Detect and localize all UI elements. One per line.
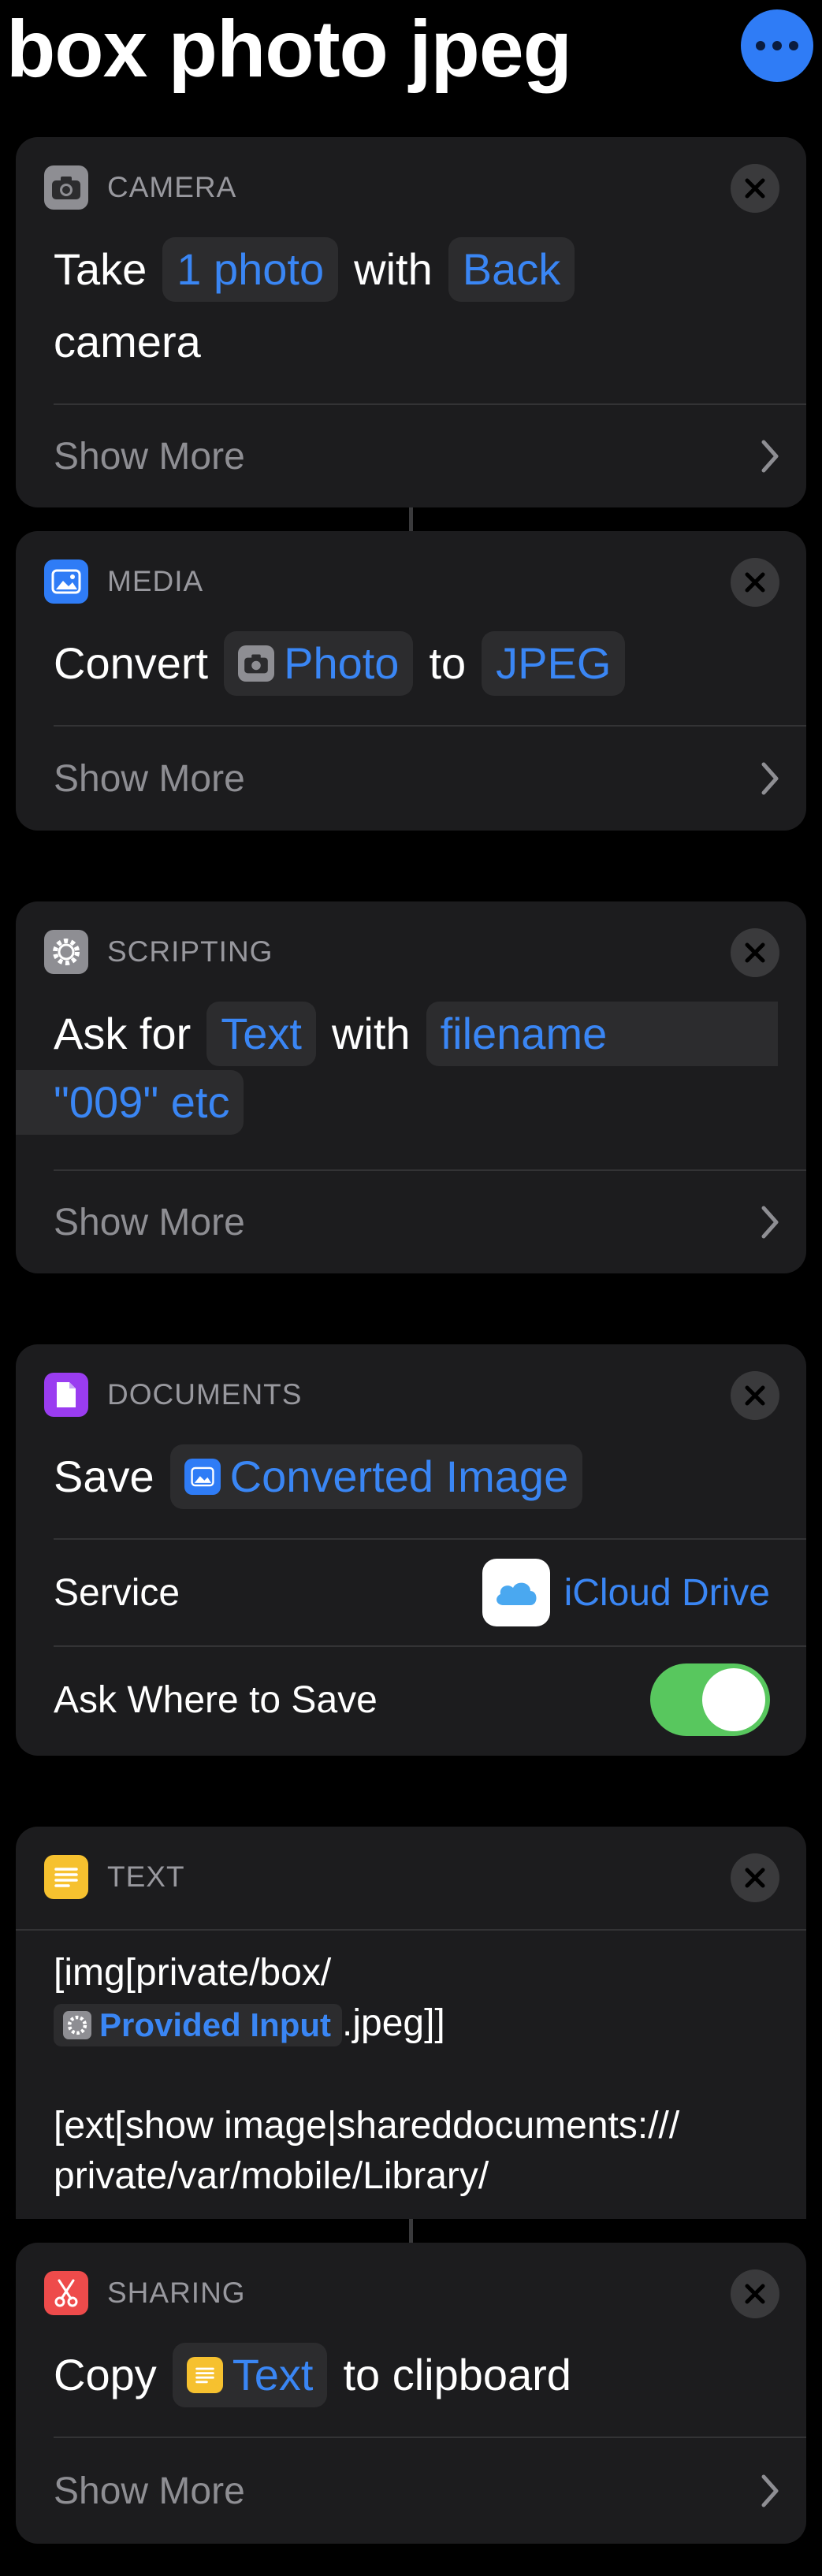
file-parameter[interactable]: Converted Image xyxy=(169,1444,583,1509)
input-type-parameter[interactable]: Text xyxy=(206,1002,316,1066)
photos-icon xyxy=(184,1459,221,1495)
category-label: DOCUMENTS xyxy=(107,1378,303,1411)
flow-connector xyxy=(409,507,413,531)
remove-action-button[interactable] xyxy=(731,558,779,607)
remove-action-button[interactable] xyxy=(731,1371,779,1420)
action-card-sharing: SHARING Copy Text to clipboard Show More xyxy=(16,2243,806,2544)
prompt-parameter[interactable]: filename xyxy=(426,1002,778,1066)
action-card-text: TEXT [img[private/box/ Provided Input .j… xyxy=(16,1827,806,2219)
gear-icon xyxy=(44,930,88,974)
text-icon xyxy=(44,1855,88,1899)
remove-action-button[interactable] xyxy=(731,928,779,977)
service-value: iCloud Drive xyxy=(563,1571,770,1614)
category-label: TEXT xyxy=(107,1860,185,1893)
ellipsis-icon xyxy=(756,41,765,50)
chevron-right-icon xyxy=(761,762,779,795)
close-icon xyxy=(745,1868,765,1888)
ask-where-row: Ask Where to Save xyxy=(54,1647,770,1753)
show-more-button[interactable]: Show More xyxy=(54,2438,779,2544)
provided-input-variable[interactable]: Provided Input xyxy=(54,2004,342,2047)
remove-action-button[interactable] xyxy=(731,2269,779,2318)
close-icon xyxy=(745,1385,765,1406)
text-editor[interactable]: [img[private/box/ Provided Input .jpeg]]… xyxy=(54,1948,679,2202)
camera-icon xyxy=(238,645,275,682)
prompt-parameter-continued[interactable]: "009" etc xyxy=(16,1070,244,1135)
close-icon xyxy=(745,178,765,199)
text-parameter[interactable]: Text xyxy=(172,2343,328,2407)
text-icon xyxy=(186,2357,223,2393)
photo-count-parameter[interactable]: 1 photo xyxy=(162,237,339,302)
remove-action-button[interactable] xyxy=(731,1853,779,1902)
gear-icon xyxy=(63,2011,91,2040)
icloud-icon xyxy=(482,1559,550,1626)
flow-connector xyxy=(409,2219,413,2243)
close-icon xyxy=(745,2284,765,2304)
action-card-camera: CAMERA Take 1 photo with Back camera Sho… xyxy=(16,137,806,507)
chevron-right-icon xyxy=(761,1206,779,1239)
document-icon xyxy=(44,1373,88,1417)
show-more-button[interactable]: Show More xyxy=(54,727,779,831)
action-card-documents: DOCUMENTS Save Converted Image Service i… xyxy=(16,1344,806,1756)
remove-action-button[interactable] xyxy=(731,164,779,213)
shortcut-title: box photo jpeg xyxy=(6,4,572,94)
scissors-icon xyxy=(44,2271,88,2315)
ask-where-toggle[interactable] xyxy=(650,1663,770,1736)
close-icon xyxy=(745,572,765,593)
more-options-button[interactable] xyxy=(741,9,813,82)
category-label: SHARING xyxy=(107,2277,246,2309)
service-row[interactable]: Service iCloud Drive xyxy=(54,1540,770,1645)
show-more-button[interactable]: Show More xyxy=(54,405,779,507)
chevron-right-icon xyxy=(761,2474,779,2507)
action-verb: Take xyxy=(54,244,147,294)
action-card-media: MEDIA Convert Photo to JPEG Show More xyxy=(16,531,806,831)
camera-side-parameter[interactable]: Back xyxy=(448,237,575,302)
service-label: Service xyxy=(54,1571,180,1614)
camera-icon xyxy=(44,165,88,210)
format-parameter[interactable]: JPEG xyxy=(482,631,626,696)
category-label: CAMERA xyxy=(107,171,237,203)
category-label: SCRIPTING xyxy=(107,935,273,968)
ask-where-label: Ask Where to Save xyxy=(54,1678,378,1721)
close-icon xyxy=(745,942,765,963)
action-card-scripting: SCRIPTING Ask for Text with filename "00… xyxy=(16,901,806,1273)
divider xyxy=(16,1929,806,1931)
chevron-right-icon xyxy=(761,440,779,473)
show-more-button[interactable]: Show More xyxy=(54,1171,779,1273)
photos-icon xyxy=(44,559,88,604)
input-parameter[interactable]: Photo xyxy=(224,631,414,696)
category-label: MEDIA xyxy=(107,565,204,597)
